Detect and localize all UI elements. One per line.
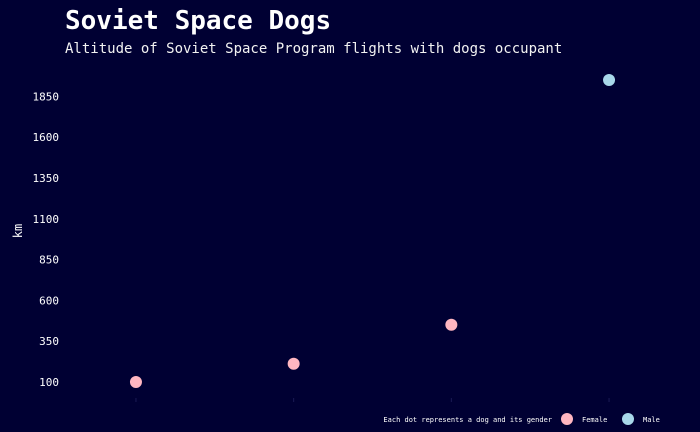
legend-swatch-male [622,413,634,425]
legend-label-female: Female [582,416,607,424]
legend-caption: Each dot represents a dog and its gender [383,416,552,424]
data-point-female [129,376,142,389]
legend-swatch-female [561,413,573,425]
data-points [129,73,616,389]
data-point-male [603,73,616,86]
x-axis-stubs [135,398,610,402]
y-tick-label: 1100 [33,213,60,226]
legend: Each dot represents a dog and its gender… [383,413,660,425]
y-tick-label: 100 [39,376,59,389]
legend-entries: Female Male [561,413,660,425]
y-axis-ticks: 100 350 600 850 1100 1350 1600 1850 [33,90,60,389]
y-tick-label: 850 [39,254,59,267]
y-tick-label: 350 [39,335,59,348]
legend-label-male: Male [643,416,660,424]
y-tick-label: 1350 [33,172,60,185]
data-point-female [445,318,458,331]
y-tick-label: 600 [39,294,59,307]
scatter-chart: 100 350 600 850 1100 1350 1600 1850 km Each dot… [11,73,660,425]
y-tick-label: 1600 [33,131,60,144]
y-tick-label: 1850 [33,90,60,103]
y-axis-title: km [11,224,25,238]
data-point-female [287,357,300,370]
